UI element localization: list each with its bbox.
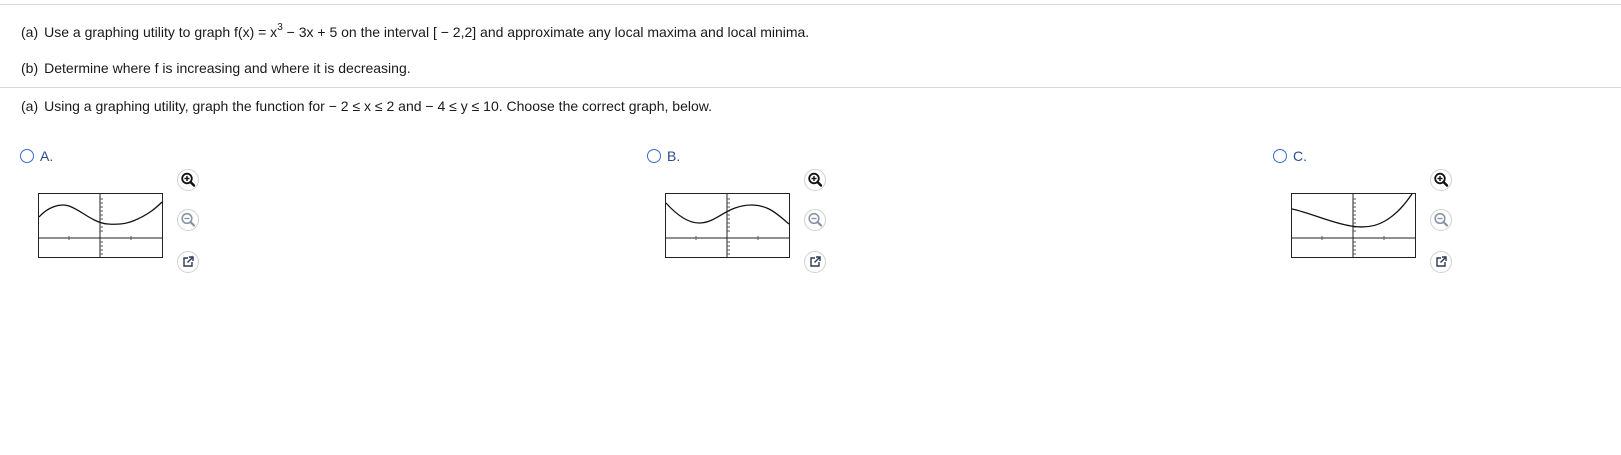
- option-b-popout-button[interactable]: [804, 251, 826, 273]
- option-a-zoom-in-button[interactable]: [177, 169, 199, 191]
- option-b-zoom-in-button[interactable]: [804, 169, 826, 191]
- part-a-label: (a): [21, 24, 39, 40]
- option-b: B.: [647, 148, 847, 288]
- part-a-text-before: Use a graphing utility to graph f(x) = x: [44, 24, 278, 40]
- question-divider: [0, 87, 1621, 88]
- option-b-radio-row[interactable]: B.: [647, 148, 680, 164]
- top-divider: [0, 4, 1621, 5]
- instruction: (a) Using a graphing utility, graph the f…: [21, 97, 712, 115]
- instruction-label: (a): [21, 98, 39, 114]
- option-c-graph[interactable]: [1291, 193, 1421, 259]
- option-b-zoom-out-button[interactable]: [804, 209, 826, 231]
- option-a-zoom-out-button[interactable]: [177, 209, 199, 231]
- zoom-in-icon: [177, 169, 199, 191]
- part-a-text-after: − 3x + 5 on the interval [ − 2,2] and ap…: [282, 24, 810, 40]
- part-b-text: Determine where f is increasing and wher…: [44, 60, 411, 76]
- option-b-radio[interactable]: [647, 149, 661, 163]
- question-part-b: (b) Determine where f is increasing and w…: [21, 59, 411, 77]
- zoom-out-icon: [1430, 209, 1452, 231]
- option-a-radio-row[interactable]: A.: [20, 148, 53, 164]
- option-c-zoom-out-button[interactable]: [1430, 209, 1452, 231]
- option-b-graph[interactable]: [665, 193, 795, 259]
- question-part-a: (a) Use a graphing utility to graph f(x) …: [21, 23, 809, 41]
- option-a-label[interactable]: A.: [40, 148, 53, 164]
- zoom-out-icon: [177, 209, 199, 231]
- option-c-popout-button[interactable]: [1430, 251, 1452, 273]
- zoom-in-icon: [804, 169, 826, 191]
- option-a-radio[interactable]: [20, 149, 34, 163]
- option-c-radio-row[interactable]: C.: [1273, 148, 1307, 164]
- zoom-in-icon: [1430, 169, 1452, 191]
- option-c: C.: [1273, 148, 1473, 288]
- popout-icon: [804, 251, 826, 273]
- option-b-label[interactable]: B.: [667, 148, 680, 164]
- zoom-out-icon: [804, 209, 826, 231]
- part-b-label: (b): [21, 60, 39, 76]
- part-a-exponent: 3: [277, 22, 283, 34]
- option-c-zoom-in-button[interactable]: [1430, 169, 1452, 191]
- option-c-label[interactable]: C.: [1293, 148, 1307, 164]
- popout-icon: [1430, 251, 1452, 273]
- option-c-radio[interactable]: [1273, 149, 1287, 163]
- option-a-popout-button[interactable]: [177, 251, 199, 273]
- option-a-graph[interactable]: [38, 193, 168, 259]
- option-a: A.: [20, 148, 220, 288]
- popout-icon: [177, 251, 199, 273]
- instruction-text: Using a graphing utility, graph the func…: [44, 98, 712, 114]
